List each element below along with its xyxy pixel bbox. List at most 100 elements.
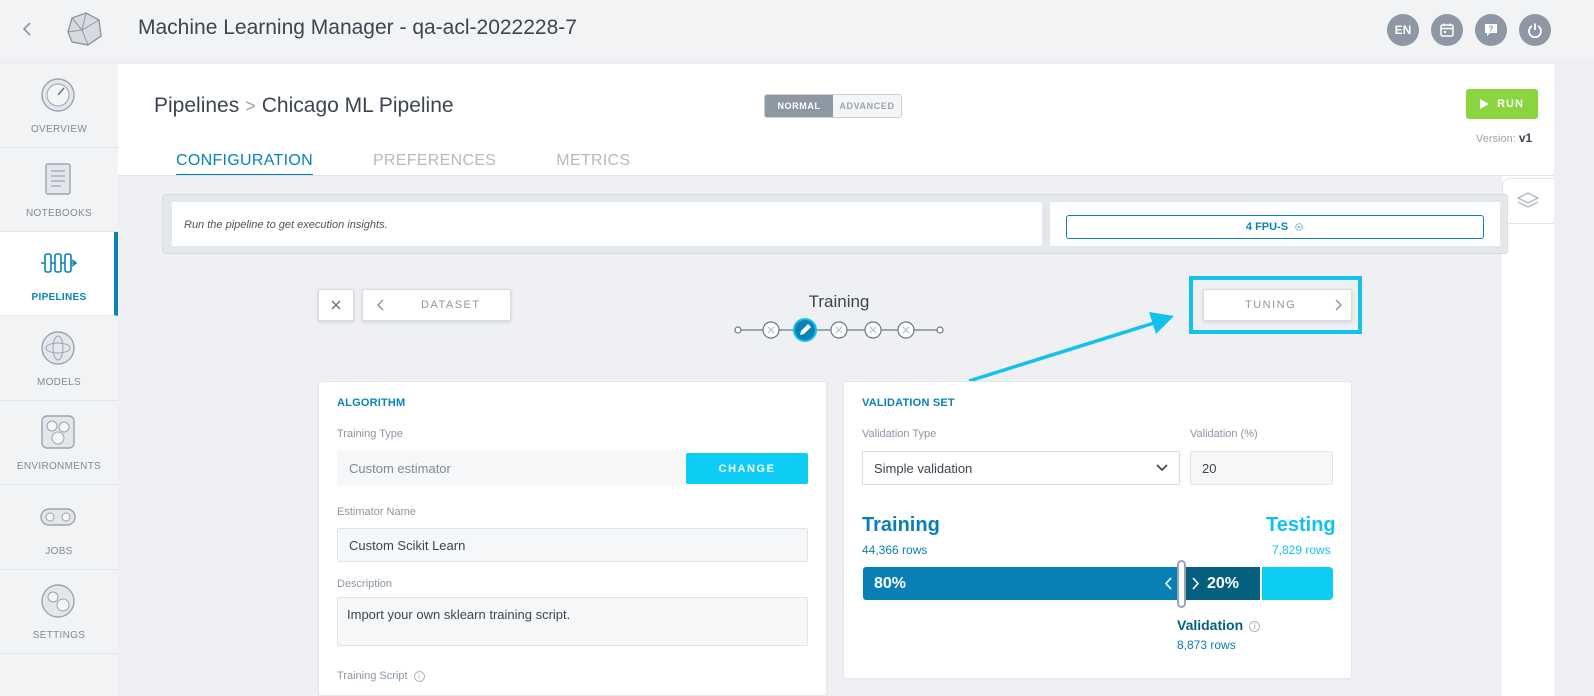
step-marker-current[interactable] (793, 318, 817, 342)
pipeline-icon (41, 253, 77, 273)
testing-split-bar (1262, 567, 1333, 600)
settings-icon (41, 584, 75, 618)
sidebar-item-environments[interactable]: ENVIRONMENTS (0, 401, 118, 485)
tab-bar: CONFIGURATION PREFERENCES METRICS (176, 152, 630, 176)
insights-message: Run the pipeline to get execution insigh… (171, 201, 1043, 247)
change-estimator-button[interactable]: CHANGE (686, 453, 808, 484)
training-script-label: Training Script i (337, 670, 425, 682)
validation-split-label: Validation i (1177, 617, 1261, 633)
estimator-name-input[interactable]: Custom Scikit Learn (337, 528, 808, 562)
sidebar-item-label: NOTEBOOKS (25, 208, 93, 219)
validation-percent-input[interactable]: 20 (1190, 451, 1333, 485)
mode-advanced-option[interactable]: ADVANCED (833, 95, 901, 117)
split-slider-handle[interactable] (1177, 560, 1186, 608)
help-button[interactable]: ? (1475, 14, 1507, 46)
sidebar-item-label: ENVIRONMENTS (16, 461, 102, 472)
estimator-name-value: Custom Scikit Learn (349, 537, 466, 553)
validation-rows: 8,873 rows (1177, 638, 1236, 652)
training-percent: 80% (874, 574, 907, 592)
sidebar-item-label: OVERVIEW (30, 124, 88, 135)
run-button[interactable]: RUN (1466, 89, 1538, 119)
notebook-icon (45, 163, 71, 195)
validation-percent-value: 20 (1202, 460, 1217, 476)
validation-type-select[interactable]: Simple validation (862, 451, 1180, 485)
training-split-label: Training (862, 514, 940, 536)
power-button[interactable] (1519, 14, 1551, 46)
version-value: v1 (1518, 131, 1533, 145)
sidebar-item-pipelines[interactable]: PIPELINES (0, 232, 118, 316)
testing-split-label: Testing (1266, 514, 1336, 536)
training-split-bar: 80% (863, 567, 1181, 600)
sidebar-item-notebooks[interactable]: NOTEBOOKS (0, 148, 118, 232)
annotation-highlight-box (1189, 276, 1362, 334)
algorithm-title: ALGORITHM (337, 397, 406, 409)
gear-icon (1294, 222, 1304, 232)
step-start-dot (734, 326, 742, 334)
models-icon (41, 331, 75, 365)
validation-type-value: Simple validation (874, 460, 973, 476)
power-icon (1528, 23, 1542, 38)
chevron-right-icon (1192, 577, 1199, 590)
step-marker-4[interactable] (864, 321, 882, 339)
svg-text:?: ? (1489, 25, 1494, 34)
sidebar-item-overview[interactable]: OVERVIEW (0, 64, 118, 148)
sidebar-item-jobs[interactable]: JOBS (0, 486, 118, 570)
previous-step-label: DATASET (421, 299, 481, 311)
mode-normal-option[interactable]: NORMAL (765, 95, 833, 117)
chevron-down-icon (1156, 464, 1168, 472)
app-logo (62, 10, 104, 48)
chevron-left-icon (1165, 577, 1172, 590)
training-rows: 44,366 rows (862, 543, 928, 557)
step-progress (734, 318, 944, 342)
tab-preferences[interactable]: PREFERENCES (373, 152, 496, 176)
sidebar-item-settings[interactable]: SETTINGS (0, 570, 118, 654)
language-label: EN (1394, 23, 1412, 37)
previous-step-button[interactable]: DATASET (362, 289, 511, 321)
sidebar-item-label: PIPELINES (31, 292, 87, 303)
close-icon (331, 300, 341, 310)
description-label: Description (337, 578, 393, 590)
close-button[interactable] (318, 289, 354, 321)
help-icon: ? (1485, 24, 1497, 36)
environments-icon (41, 415, 75, 449)
version-info: Version: v1 (1476, 131, 1532, 145)
breadcrumb-root[interactable]: Pipelines (154, 94, 239, 117)
step-marker-5[interactable] (897, 321, 915, 339)
step-marker-1[interactable] (762, 321, 780, 339)
back-arrow-icon[interactable] (20, 18, 40, 40)
validation-type-label: Validation Type (862, 428, 937, 440)
sidebar: OVERVIEW NOTEBOOKS PIPELINES MODELS ENVI… (0, 64, 118, 696)
info-icon[interactable]: i (1249, 620, 1261, 632)
fpu-selector[interactable]: 4 FPU-S (1066, 215, 1484, 239)
calendar-icon (1440, 23, 1454, 37)
training-type-field: Custom estimator (337, 451, 687, 485)
version-label: Version: (1476, 133, 1516, 145)
change-label: CHANGE (718, 462, 776, 475)
training-script-label-text: Training Script (337, 670, 408, 682)
validation-percent-display: 20% (1207, 574, 1240, 592)
step-end-dot (936, 326, 944, 334)
chevron-left-icon (377, 299, 384, 311)
training-type-label: Training Type (337, 428, 404, 440)
tab-configuration[interactable]: CONFIGURATION (176, 152, 313, 176)
app-title: Machine Learning Manager - qa-acl-202222… (138, 16, 577, 39)
fpu-panel: 4 FPU-S (1049, 201, 1501, 247)
gauge-icon (41, 78, 75, 112)
validation-split-bar: 20% (1181, 567, 1260, 600)
description-textarea[interactable]: Import your own sklearn training script. (337, 597, 808, 646)
sidebar-item-models[interactable]: MODELS (0, 317, 118, 401)
fpu-label: 4 FPU-S (1245, 221, 1289, 233)
info-icon[interactable]: i (413, 670, 425, 682)
layers-icon (1517, 192, 1539, 208)
current-step-title: Training (808, 292, 870, 311)
jobs-icon (40, 508, 76, 526)
mode-toggle: NORMAL ADVANCED (764, 94, 902, 118)
calendar-button[interactable] (1431, 14, 1463, 46)
validation-percent-label: Validation (%) (1190, 428, 1258, 440)
step-marker-3[interactable] (830, 321, 848, 339)
validation-title: VALIDATION SET (862, 397, 955, 409)
layers-button[interactable] (1502, 178, 1554, 224)
description-value: Import your own sklearn training script. (347, 607, 571, 622)
tab-metrics[interactable]: METRICS (556, 152, 630, 176)
language-button[interactable]: EN (1387, 14, 1419, 46)
